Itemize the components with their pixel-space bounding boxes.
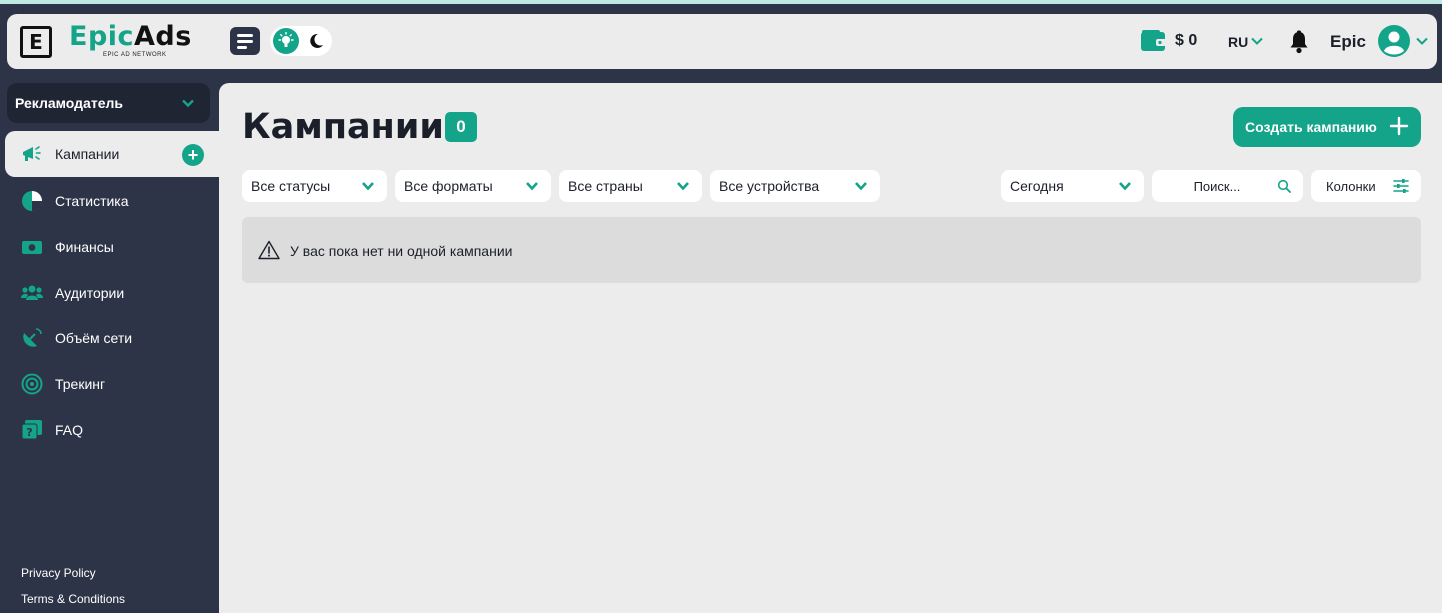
chevron-down-icon[interactable] (1250, 34, 1264, 48)
search-input[interactable] (1162, 176, 1272, 196)
columns-button-label: Колонки (1326, 178, 1376, 194)
role-label: Рекламодатель (15, 95, 123, 111)
top-strip (0, 0, 1442, 4)
chevron-down-icon (677, 182, 689, 191)
brand-name-part2: Ads (134, 21, 192, 52)
bell-icon[interactable] (1288, 30, 1310, 54)
menu-toggle-button[interactable] (230, 27, 260, 55)
language-selector[interactable]: RU (1228, 34, 1248, 50)
balance-amount[interactable]: $ 0 (1175, 32, 1197, 50)
sliders-icon (1393, 179, 1409, 193)
sidebar-item-audiences[interactable]: Аудитории (0, 270, 219, 316)
sidebar-item-label: Аудитории (55, 285, 125, 301)
sun-icon[interactable] (273, 28, 299, 54)
svg-text:?: ? (26, 426, 32, 439)
brand-logo[interactable]: EpicAds EPIC AD NETWORK (69, 21, 192, 59)
columns-button[interactable]: Колонки (1311, 170, 1421, 202)
sidebar-item-tracking[interactable]: Трекинг (0, 361, 219, 407)
search-box[interactable] (1152, 170, 1303, 202)
empty-state-alert: У вас пока нет ни одной кампании (242, 217, 1421, 283)
satellite-dish-icon (23, 328, 42, 347)
theme-toggle[interactable] (270, 26, 332, 56)
add-campaign-button[interactable]: + (182, 144, 204, 166)
moon-icon[interactable] (308, 33, 324, 49)
brand-name-part1: Epic (69, 21, 135, 52)
format-filter-value: Все форматы (404, 178, 493, 194)
chevron-down-icon (855, 182, 867, 191)
create-campaign-button[interactable]: Создать кампанию (1233, 107, 1421, 147)
megaphone-icon (23, 146, 41, 161)
sidebar-item-label: Объём сети (55, 330, 133, 346)
sidebar-item-label: Кампании (55, 146, 120, 162)
period-filter-value: Сегодня (1010, 178, 1064, 194)
device-filter-value: Все устройства (719, 178, 820, 194)
users-icon (21, 285, 43, 300)
status-filter[interactable]: Все статусы (242, 170, 387, 202)
sidebar-item-faq[interactable]: ? FAQ (0, 407, 219, 453)
chevron-down-icon (362, 182, 374, 191)
chevron-down-icon[interactable] (1415, 34, 1429, 48)
radar-icon (21, 373, 43, 395)
chevron-down-icon[interactable] (180, 95, 196, 111)
chevron-down-icon (526, 182, 538, 191)
brand-tagline: EPIC AD NETWORK (103, 52, 167, 58)
campaign-count-badge: 0 (445, 112, 477, 142)
logo-icon[interactable]: E (20, 26, 52, 58)
sidebar-item-label: Финансы (55, 239, 114, 255)
sidebar-item-label: Трекинг (55, 376, 106, 392)
period-filter[interactable]: Сегодня (1001, 170, 1144, 202)
chevron-down-icon (1119, 182, 1131, 191)
question-chat-icon: ? (21, 420, 42, 440)
sidebar-item-label: Статистика (55, 193, 129, 209)
device-filter[interactable]: Все устройства (710, 170, 880, 202)
pie-chart-icon (22, 191, 42, 211)
country-filter[interactable]: Все страны (559, 170, 702, 202)
search-icon[interactable] (1277, 179, 1291, 193)
plus-icon (1389, 116, 1409, 136)
main-content: Кампании 0 Создать кампанию Все статусы … (219, 83, 1442, 613)
role-selector[interactable]: Рекламодатель (7, 83, 210, 123)
privacy-policy-link[interactable]: Privacy Policy (21, 566, 125, 580)
sidebar-item-campaigns[interactable]: Кампании + (5, 131, 219, 177)
top-header: E EpicAds EPIC AD NETWORK $ 0 RU Epic (7, 14, 1437, 69)
country-filter-value: Все страны (568, 178, 643, 194)
status-filter-value: Все статусы (251, 178, 331, 194)
wallet-icon[interactable] (1140, 29, 1168, 53)
terms-link[interactable]: Terms & Conditions (21, 592, 125, 606)
empty-state-message: У вас пока нет ни одной кампании (290, 243, 513, 259)
format-filter[interactable]: Все форматы (395, 170, 551, 202)
sidebar-item-label: FAQ (55, 422, 84, 438)
sidebar-item-finance[interactable]: Финансы (0, 224, 219, 270)
user-avatar-icon[interactable] (1377, 24, 1411, 58)
footer-links: Privacy Policy Terms & Conditions (21, 566, 125, 613)
page-title: Кампании (242, 107, 444, 147)
sidebar-item-statistics[interactable]: Статистика (0, 178, 219, 224)
money-icon (22, 241, 42, 254)
create-campaign-label: Создать кампанию (1245, 119, 1377, 135)
sidebar-item-network-volume[interactable]: Объём сети (0, 315, 219, 361)
user-name[interactable]: Epic (1330, 32, 1366, 52)
warning-icon (258, 240, 280, 260)
